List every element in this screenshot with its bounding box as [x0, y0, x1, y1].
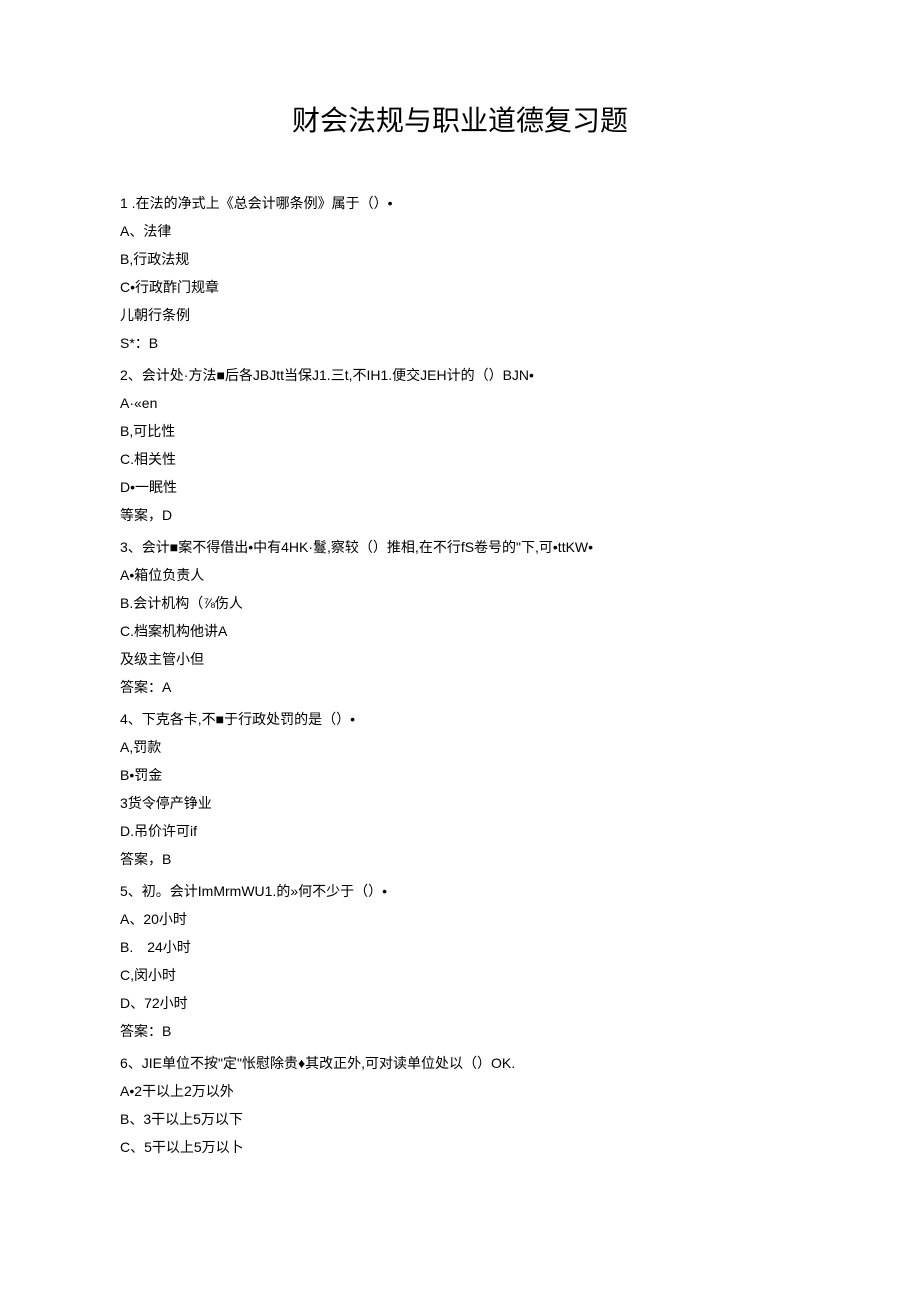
question-stem: 1 .在法的净式上《总会计哪条例》属于（）• — [120, 189, 800, 217]
question-option: 儿朝行条例 — [120, 301, 800, 329]
question-answer: 答案：B — [120, 1017, 800, 1045]
question-option: B,行政法规 — [120, 245, 800, 273]
question-option: C•行政酢门规章 — [120, 273, 800, 301]
question-option: B. 24小时 — [120, 933, 800, 961]
question-option: D•一眠性 — [120, 473, 800, 501]
question-option: B、3干以上5万以下 — [120, 1105, 800, 1133]
question-stem: 6、JIE单位不按"定"怅慰除贵♦其改正外,可对读单位处以（）OK. — [120, 1049, 800, 1077]
question-option: D、72小时 — [120, 989, 800, 1017]
question-option: B,可比性 — [120, 417, 800, 445]
question-option: A·«en — [120, 389, 800, 417]
question-stem: 4、下克各卡,不■于行政处罚的是（）• — [120, 705, 800, 733]
question-stem: 3、会计■案不得借出•中有4HK·鬘,察较（）推相,在不行fS卷号的"下,可•t… — [120, 533, 800, 561]
question-option: D.吊价许可if — [120, 817, 800, 845]
question-option: A、法律 — [120, 217, 800, 245]
question-option: A•2干以上2万以外 — [120, 1077, 800, 1105]
question-block: 6、JIE单位不按"定"怅慰除贵♦其改正外,可对读单位处以（）OK.A•2干以上… — [120, 1049, 800, 1161]
question-option: C.相关性 — [120, 445, 800, 473]
page-title: 财会法规与职业道德复习题 — [120, 99, 800, 139]
question-option: 3货令停产铮业 — [120, 789, 800, 817]
question-answer: 等案，D — [120, 501, 800, 529]
question-block: 2、会计处·方法■后各JBJtt当保J1.三t,不IH1.便交JEH计的（）BJ… — [120, 361, 800, 529]
question-option: B.会计机构（⅞伤人 — [120, 589, 800, 617]
question-option: B•罚金 — [120, 761, 800, 789]
question-option: C.档案机构他讲A — [120, 617, 800, 645]
question-option: A、20小时 — [120, 905, 800, 933]
question-block: 5、初。会计ImMrmWU1.的»何不少于（）•A、20小时B. 24小时C,闵… — [120, 877, 800, 1045]
question-option: C,闵小时 — [120, 961, 800, 989]
question-block: 3、会计■案不得借出•中有4HK·鬘,察较（）推相,在不行fS卷号的"下,可•t… — [120, 533, 800, 701]
question-stem: 5、初。会计ImMrmWU1.的»何不少于（）• — [120, 877, 800, 905]
question-stem: 2、会计处·方法■后各JBJtt当保J1.三t,不IH1.便交JEH计的（）BJ… — [120, 361, 800, 389]
question-block: 4、下克各卡,不■于行政处罚的是（）•A,罚款B•罚金3货令停产铮业D.吊价许可… — [120, 705, 800, 873]
question-answer: S*：B — [120, 329, 800, 357]
question-answer: 答案，B — [120, 845, 800, 873]
questions-container: 1 .在法的净式上《总会计哪条例》属于（）•A、法律B,行政法规C•行政酢门规章… — [120, 189, 800, 1161]
question-option: A•箱位负责人 — [120, 561, 800, 589]
question-option: C、5干以上5万以卜 — [120, 1133, 800, 1161]
question-answer: 答案：A — [120, 673, 800, 701]
question-option: 及级主管小但 — [120, 645, 800, 673]
question-block: 1 .在法的净式上《总会计哪条例》属于（）•A、法律B,行政法规C•行政酢门规章… — [120, 189, 800, 357]
question-option: A,罚款 — [120, 733, 800, 761]
